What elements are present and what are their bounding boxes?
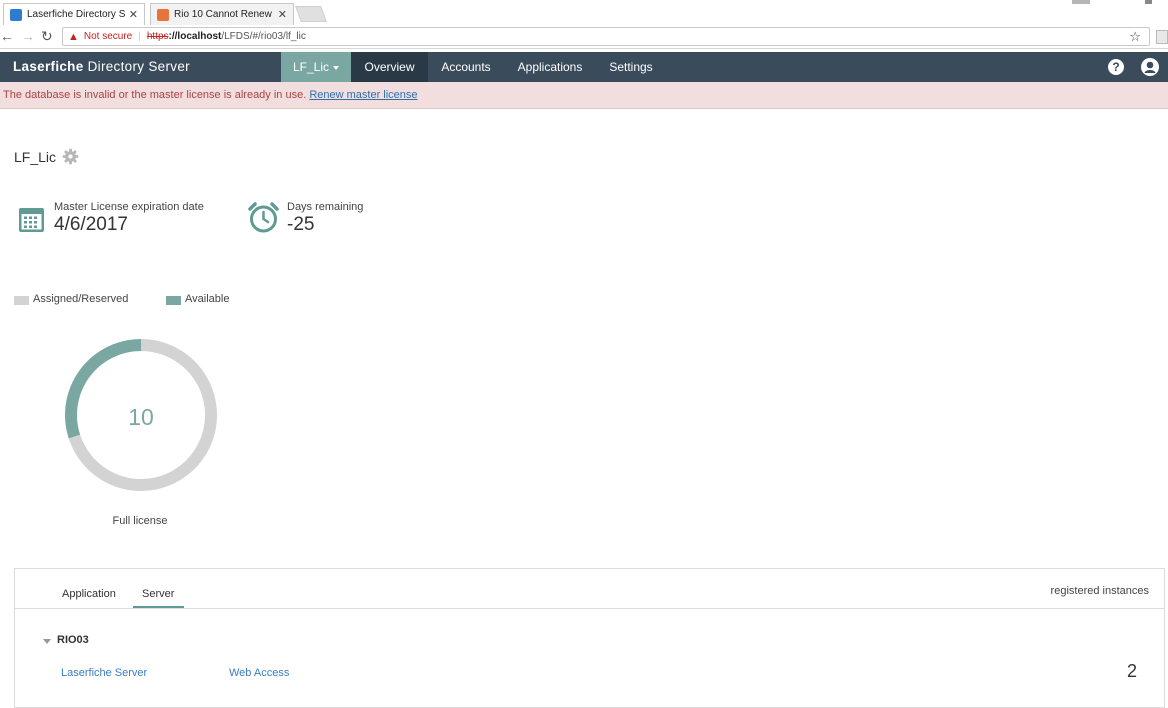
forward-arrow-icon[interactable]: → xyxy=(21,28,35,44)
url-host: ://localhost xyxy=(168,31,222,42)
clock-favicon-icon xyxy=(157,8,169,21)
instances-panel: Application Server registered instances … xyxy=(14,568,1165,708)
page-title: LF_Lic xyxy=(14,149,57,165)
donut-caption: Full license xyxy=(112,515,168,527)
browser-tab-title: Laserfiche Directory Serv xyxy=(27,9,125,20)
close-tab-icon[interactable]: ✕ xyxy=(129,8,138,21)
url-separator: | xyxy=(138,31,141,42)
lfds-favicon-icon xyxy=(10,8,22,21)
server-group-name[interactable]: RIO03 xyxy=(57,634,89,646)
legend-swatch-assigned xyxy=(14,296,29,305)
tab-server[interactable]: Server xyxy=(142,588,174,600)
expiration-value: 4/6/2017 xyxy=(54,214,128,235)
address-bar: ← → ↻ ▲ Not secure | https://localhost/L… xyxy=(0,25,1168,49)
browser-tab-title: Rio 10 Cannot Renew Lic xyxy=(174,9,274,20)
bookmark-star-icon[interactable]: ☆ xyxy=(1129,29,1141,45)
url-field[interactable]: ▲ Not secure | https://localhost/LFDS/#/… xyxy=(62,27,1150,46)
collapse-caret-icon[interactable] xyxy=(43,639,51,644)
registered-instances-header: registered instances xyxy=(1050,585,1149,597)
brand-logo[interactable]: Laserfiche Directory Server xyxy=(13,59,190,74)
url-scheme: https xyxy=(146,31,169,42)
alert-message: The database is invalid or the master li… xyxy=(3,89,310,101)
expiration-label: Master License expiration date xyxy=(54,201,204,213)
license-alert: The database is invalid or the master li… xyxy=(0,82,1168,109)
url-path: /LFDS/#/rio03/lf_lic xyxy=(221,31,306,42)
calendar-icon xyxy=(19,208,44,232)
alarm-clock-icon xyxy=(248,202,279,233)
warning-icon: ▲ xyxy=(68,30,79,43)
legend-label-available: Available xyxy=(185,293,230,305)
nav-applications[interactable]: Applications xyxy=(507,52,593,82)
app-link-laserfiche-server[interactable]: Laserfiche Server xyxy=(61,667,147,679)
browser-tab-strip: Laserfiche Directory Serv ✕ Rio 10 Canno… xyxy=(0,0,1168,25)
registered-instances-count: 2 xyxy=(1127,661,1138,681)
app-navbar: Laserfiche Directory Server LF_Lic Overv… xyxy=(0,52,1168,82)
license-donut-chart: 10 xyxy=(65,339,217,491)
donut-center-value: 10 xyxy=(128,404,154,430)
maximize-button[interactable] xyxy=(1145,0,1152,4)
help-icon[interactable]: ? xyxy=(1108,59,1124,75)
database-dropdown[interactable]: LF_Lic xyxy=(281,52,351,82)
database-dropdown-label: LF_Lic xyxy=(292,60,330,74)
close-tab-icon[interactable]: ✕ xyxy=(278,8,287,21)
caret-down-icon xyxy=(333,65,340,70)
user-avatar-icon[interactable] xyxy=(1141,58,1159,76)
app-link-web-access[interactable]: Web Access xyxy=(229,667,289,679)
extension-icon[interactable] xyxy=(1156,30,1168,44)
browser-tab-lfds[interactable]: Laserfiche Directory Serv ✕ xyxy=(3,3,145,25)
days-remaining-value: -25 xyxy=(287,214,315,235)
browser-tab-rio[interactable]: Rio 10 Cannot Renew Lic ✕ xyxy=(150,3,294,25)
minimize-button[interactable] xyxy=(1072,0,1090,4)
security-label[interactable]: Not secure xyxy=(84,31,132,42)
nav-accounts[interactable]: Accounts xyxy=(430,52,502,82)
tab-application[interactable]: Application xyxy=(62,588,116,600)
instances-tabs: Application Server registered instances xyxy=(15,569,1164,609)
legend-swatch-available xyxy=(166,296,181,305)
nav-overview[interactable]: Overview xyxy=(351,52,428,82)
new-tab-button[interactable] xyxy=(295,6,327,22)
renew-license-link[interactable]: Renew master license xyxy=(309,89,417,101)
back-arrow-icon[interactable]: ← xyxy=(0,28,14,44)
reload-icon[interactable]: ↻ xyxy=(41,28,53,45)
active-tab-indicator xyxy=(133,606,184,608)
days-remaining-label: Days remaining xyxy=(287,201,364,213)
legend-label-assigned: Assigned/Reserved xyxy=(33,293,129,305)
gear-icon[interactable] xyxy=(62,148,79,165)
nav-settings[interactable]: Settings xyxy=(600,52,662,82)
